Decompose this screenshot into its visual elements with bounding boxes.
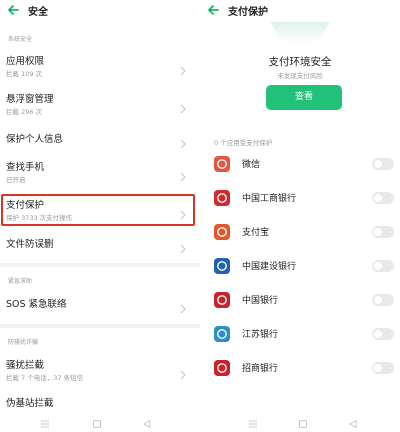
back-arrow-icon — [208, 5, 219, 15]
row-label: 骚扰拦截 — [6, 360, 45, 371]
chevron-right-icon — [180, 61, 186, 76]
section-divider — [0, 263, 200, 267]
row-sub: 拦截 296 次 — [6, 108, 43, 116]
security-screen: 安全 系统安全 应用权限 拦截 109 次 悬浮窗管理 拦截 296 次 保护个… — [0, 0, 200, 432]
row-label: SOS 紧急联络 — [6, 299, 67, 310]
boc-icon — [214, 292, 230, 308]
app-name: 中国银行 — [242, 296, 279, 306]
back-triangle-icon[interactable] — [348, 414, 360, 429]
top-bar: 安全 — [0, 0, 200, 24]
row-sos[interactable]: SOS 紧急联络 — [0, 294, 200, 316]
row-sub: 已开启 — [6, 176, 26, 184]
app-name: 江苏银行 — [242, 330, 279, 340]
toggle-knob — [374, 228, 382, 236]
back-button[interactable] — [6, 2, 24, 20]
row-label: 查找手机 — [6, 162, 45, 173]
row-label: 应用权限 — [6, 56, 45, 67]
app-row[interactable]: 中国工商银行 — [200, 186, 400, 212]
chevron-right-icon — [180, 239, 186, 254]
page-title: 安全 — [28, 7, 48, 18]
app-row[interactable]: 中国银行 — [200, 288, 400, 314]
menu-icon[interactable] — [248, 414, 260, 428]
shield-icon — [270, 22, 330, 45]
ccb-icon — [214, 258, 230, 274]
row-fake-station[interactable]: 伪基站拦截 — [0, 394, 200, 408]
row-file-protection[interactable]: 文件防误删 — [0, 234, 200, 256]
menu-icon[interactable] — [40, 414, 52, 428]
toggle-knob — [374, 296, 382, 304]
row-label: 文件防误删 — [6, 239, 54, 250]
chevron-right-icon — [180, 299, 186, 314]
wechat-icon — [214, 156, 230, 172]
row-app-permissions[interactable]: 应用权限 拦截 109 次 — [0, 52, 200, 82]
section-header-system-security: 系统安全 — [8, 36, 33, 43]
protection-toggle[interactable] — [372, 294, 394, 306]
app-row[interactable]: 中国建设银行 — [200, 254, 400, 280]
app-name: 中国建设银行 — [242, 262, 297, 272]
toggle-knob — [374, 194, 382, 202]
home-icon[interactable] — [298, 414, 310, 428]
row-label: 悬浮窗管理 — [6, 94, 54, 105]
row-label: 伪基站拦截 — [6, 398, 54, 408]
top-bar: 支付保护 — [200, 0, 400, 24]
app-row[interactable]: 微信 — [200, 152, 400, 178]
row-harassment-block[interactable]: 骚扰拦截 拦截 7 个电话，37 条短信 — [0, 356, 200, 386]
shield-graphic — [200, 22, 400, 50]
section-header-anti-fraud: 防骚扰诈骗 — [8, 339, 39, 346]
highlight-box — [1, 194, 195, 226]
protection-toggle[interactable] — [372, 158, 394, 170]
app-row[interactable]: 招商银行 — [200, 356, 400, 382]
chevron-right-icon — [180, 99, 186, 114]
app-name: 中国工商银行 — [242, 194, 297, 204]
chevron-right-icon — [180, 134, 186, 149]
protection-toggle[interactable] — [372, 260, 394, 272]
nav-bar — [0, 408, 200, 432]
row-label: 保护个人信息 — [6, 134, 64, 145]
toggle-knob — [374, 364, 382, 372]
hero-subtitle: 未发现支付风险 — [277, 72, 323, 80]
row-sub: 拦截 109 次 — [6, 70, 43, 78]
protection-toggle[interactable] — [372, 226, 394, 238]
toggle-knob — [374, 262, 382, 270]
chevron-right-icon — [180, 167, 186, 182]
back-triangle-icon[interactable] — [142, 414, 154, 429]
list-header: 0 个应用受支付保护 — [214, 139, 273, 147]
protection-toggle[interactable] — [372, 328, 394, 340]
hero-title: 支付环境安全 — [268, 56, 332, 68]
alipay-icon — [214, 224, 230, 240]
row-find-phone[interactable]: 查找手机 已开启 — [0, 158, 200, 188]
nav-bar — [200, 408, 400, 432]
icbc-icon — [214, 190, 230, 206]
row-sub: 拦截 7 个电话，37 条短信 — [6, 374, 84, 382]
page-title: 支付保护 — [228, 7, 268, 18]
app-name: 支付宝 — [242, 228, 270, 238]
home-icon[interactable] — [92, 414, 104, 428]
toggle-knob — [374, 160, 382, 168]
payment-protection-screen: 支付保护 支付环境安全 未发现支付风险 查看 0 个应用受支付保护 微信中国工商… — [200, 0, 400, 432]
toggle-knob — [374, 330, 382, 338]
app-row[interactable]: 江苏银行 — [200, 322, 400, 348]
chevron-right-icon — [180, 365, 186, 380]
section-header-emergency: 紧急求助 — [8, 278, 33, 285]
back-button[interactable] — [206, 2, 224, 20]
protection-toggle[interactable] — [372, 362, 394, 374]
section-divider — [0, 324, 200, 328]
protection-toggle[interactable] — [372, 192, 394, 204]
app-row[interactable]: 支付宝 — [200, 220, 400, 246]
row-personal-info[interactable]: 保护个人信息 — [0, 128, 200, 150]
cmb-icon — [214, 360, 230, 376]
app-name: 微信 — [242, 160, 261, 170]
row-floating-window[interactable]: 悬浮窗管理 拦截 296 次 — [0, 90, 200, 120]
app-name: 招商银行 — [242, 364, 279, 374]
back-arrow-icon — [8, 5, 19, 15]
jsbank-icon — [214, 326, 230, 342]
view-button[interactable]: 查看 — [266, 85, 342, 110]
